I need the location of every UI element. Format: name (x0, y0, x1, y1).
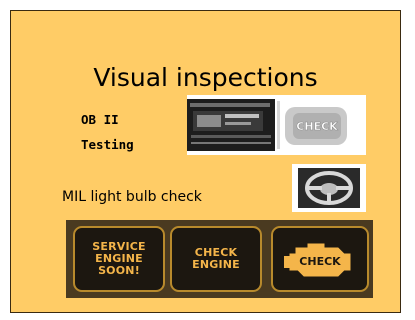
steering-wheel-icon (292, 164, 366, 212)
obd-scanner-image: CHECK (187, 95, 366, 155)
obd-check-badge: CHECK (296, 120, 338, 133)
engine-check-label: CHECK (299, 255, 341, 268)
mil-bulb-image (292, 164, 366, 212)
check-engine-lamp: CHECK ENGINE (170, 226, 262, 292)
warning-lamps-panel: SERVICE ENGINE SOON! CHECK ENGINE CHECK (66, 220, 373, 298)
service-engine-soon-lamp: SERVICE ENGINE SOON! (73, 226, 165, 292)
mil-label: MIL light bulb check (62, 189, 202, 205)
engine-icon: CHECK (284, 243, 351, 277)
obd-testing-label: OB II Testing (81, 107, 134, 157)
slide-title: Visual inspections (93, 63, 318, 92)
service-engine-soon-icon: SERVICE ENGINE SOON! (92, 240, 146, 277)
obd-label-line-1: OB II (81, 112, 119, 127)
obd-label-line-2: Testing (81, 137, 134, 152)
obd-scanner-photo-icon: CHECK (187, 95, 366, 155)
slide: Visual inspections OB II Testing CHECK M… (10, 10, 401, 313)
check-engine-symbol-lamp: CHECK (271, 226, 369, 292)
check-engine-text-icon: CHECK ENGINE (192, 246, 240, 271)
